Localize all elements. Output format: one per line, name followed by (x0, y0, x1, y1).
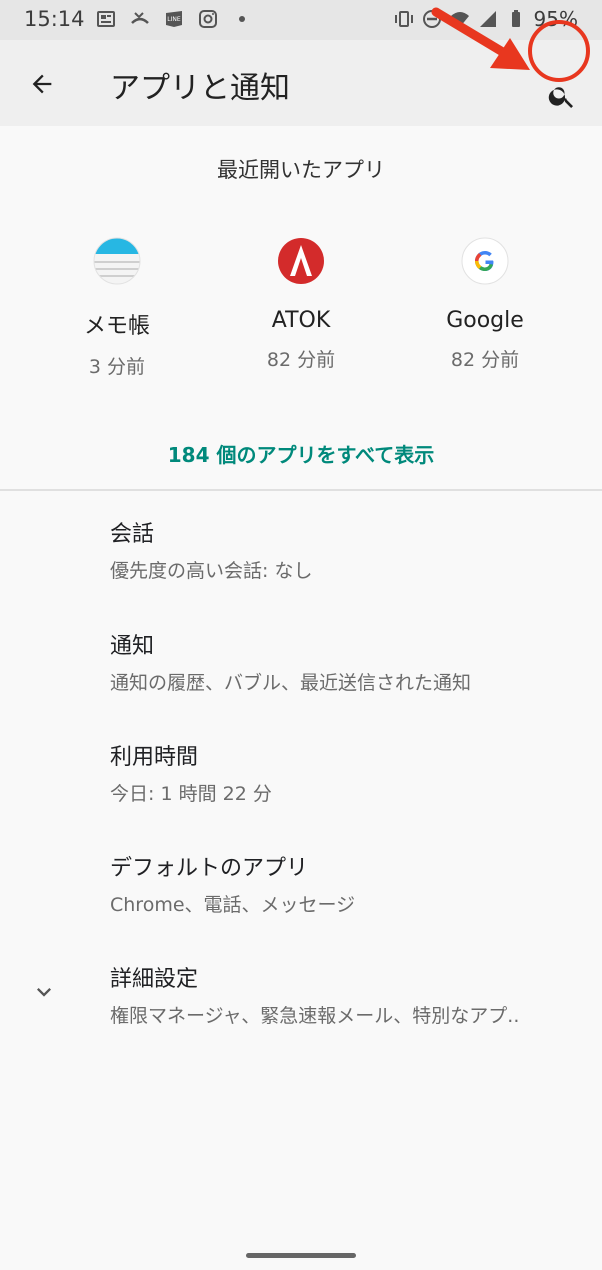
svg-text:LINE: LINE (167, 16, 181, 23)
recent-app-name: Google (446, 308, 524, 333)
highlight-arrow-icon (431, 7, 530, 70)
recent-apps-header: 最近開いたアプリ (217, 158, 385, 182)
status-time: 15:14 (24, 7, 85, 31)
menu-item-title: デフォルトのアプリ (110, 856, 309, 881)
more-notifications-dot-icon (239, 16, 245, 22)
menu-item-notifications[interactable]: 通知 通知の履歴、バブル、最近送信された通知 (110, 628, 580, 695)
menu-item-screen-time[interactable]: 利用時間 今日: 1 時間 22 分 (110, 739, 580, 806)
show-all-apps-link[interactable]: 184 個のアプリをすべて表示 (0, 439, 602, 468)
menu-item-summary: 今日: 1 時間 22 分 (110, 783, 272, 805)
menu-item-summary: 優先度の高い会話: なし (110, 560, 313, 582)
menu-item-title: 会話 (110, 522, 155, 547)
recent-app-memo[interactable]: メモ帳 3 分前 (27, 236, 207, 379)
missed-call-icon (131, 12, 149, 24)
menu-item-summary: 通知の履歴、バブル、最近送信された通知 (110, 672, 472, 694)
google-app-icon (461, 237, 509, 285)
back-arrow-icon (32, 74, 52, 94)
menu-item-advanced[interactable]: 詳細設定 権限マネージャ、緊急速報メール、特別なアプ.. (110, 961, 580, 1028)
chevron-down-icon (37, 988, 51, 997)
gesture-nav-bar[interactable] (246, 1253, 356, 1258)
recent-app-name: メモ帳 (83, 314, 150, 339)
news-icon (97, 11, 115, 27)
recent-app-time: 82 分前 (450, 349, 520, 371)
menu-item-conversations[interactable]: 会話 優先度の高い会話: なし (110, 516, 580, 583)
page-title: アプリと通知 (110, 71, 290, 106)
menu-item-title: 詳細設定 (110, 967, 199, 992)
back-button[interactable] (18, 60, 66, 108)
recent-app-name: ATOK (271, 308, 331, 333)
memo-app-icon (93, 237, 141, 285)
menu-item-title: 利用時間 (110, 745, 199, 770)
vibrate-icon (394, 11, 413, 27)
content-area: 最近開いたアプリ メモ帳 3 分前 ATOK 82 分前 Google 82 分… (0, 126, 602, 1270)
recent-app-time: 3 分前 (88, 356, 146, 378)
notification-icons: LINE (96, 9, 252, 29)
recent-app-time: 82 分前 (266, 349, 336, 371)
line-manga-icon: LINE (166, 11, 182, 27)
search-icon (548, 87, 573, 108)
divider (0, 489, 602, 491)
menu-item-default-apps[interactable]: デフォルトのアプリ Chrome、電話、メッセージ (110, 850, 580, 917)
recent-app-google[interactable]: Google 82 分前 (395, 236, 575, 372)
highlight-circle (528, 20, 590, 82)
menu-item-summary: 権限マネージャ、緊急速報メール、特別なアプ.. (110, 1005, 520, 1027)
menu-item-title: 通知 (110, 634, 155, 659)
menu-item-summary: Chrome、電話、メッセージ (110, 894, 356, 916)
instagram-icon (199, 10, 217, 28)
recent-app-atok[interactable]: ATOK 82 分前 (211, 236, 391, 372)
atok-app-icon (278, 238, 324, 284)
